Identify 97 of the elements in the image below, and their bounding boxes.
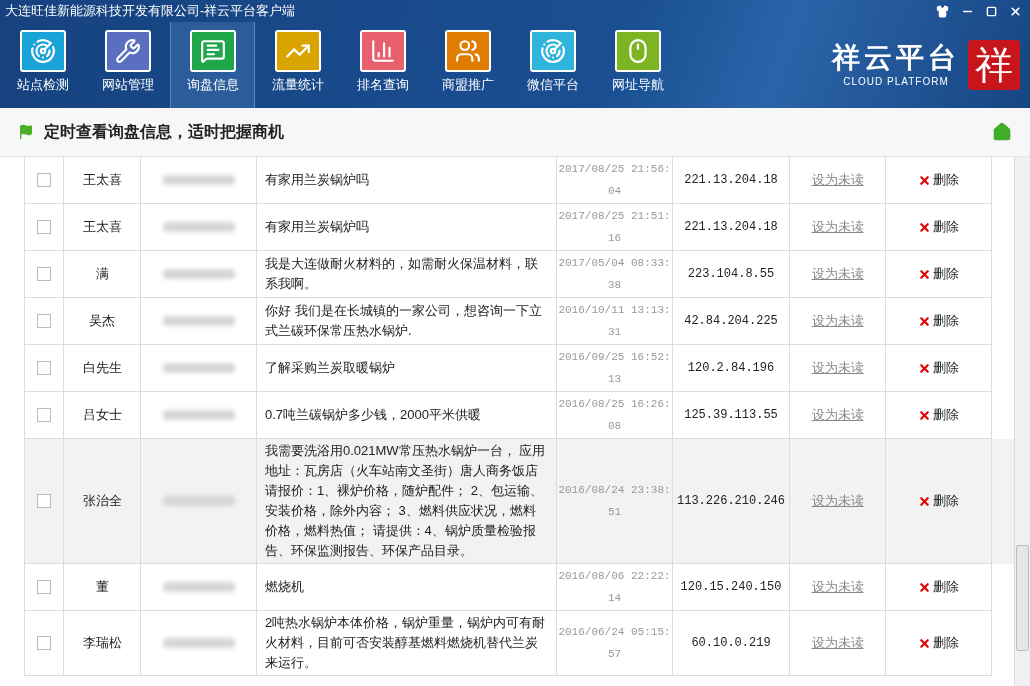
mark-unread-link[interactable]: 设为未读 (811, 405, 864, 425)
table-cell-text: 2016/06/24 05:15:57 (558, 625, 671, 662)
skin-icon[interactable] (936, 4, 949, 18)
table-cell-text: 2016/08/06 22:22:14 (558, 569, 671, 606)
mark-unread-link[interactable]: 设为未读 (811, 358, 864, 378)
mouse-icon (614, 30, 661, 72)
table-cell-text: 了解采购兰炭取暖锅炉 (265, 359, 395, 377)
table-cell-text: 60.10.0.219 (691, 635, 771, 652)
checkbox[interactable] (37, 580, 51, 594)
toolbar-button[interactable]: 流量统计 (255, 22, 340, 108)
checkbox[interactable] (37, 220, 51, 234)
scrollbar-thumb[interactable] (1016, 545, 1029, 651)
logo-subtitle: CLOUD PLATFORM (843, 74, 949, 89)
flag-icon (18, 124, 34, 140)
close-icon (918, 408, 931, 422)
close-icon[interactable] (1009, 4, 1022, 18)
home-icon[interactable] (992, 122, 1012, 142)
delete-button[interactable]: 删除 (918, 491, 959, 511)
table-cell-text: 你好 我们是在长城镇的一家公司，想咨询一下立式兰碳环保常压热水锅炉. (265, 302, 543, 340)
close-icon (918, 220, 931, 234)
window-title: 大连旺佳新能源科技开发有限公司-祥云平台客户端 (5, 2, 296, 21)
checkbox[interactable] (37, 173, 51, 187)
table-cell-text: 有家用兰炭锅炉吗 (265, 218, 369, 236)
toolbar-button[interactable]: 网址导航 (595, 22, 680, 108)
close-icon (918, 267, 931, 281)
checkbox[interactable] (37, 636, 51, 650)
close-icon (918, 361, 931, 375)
checkbox[interactable] (37, 267, 51, 281)
radar-icon (19, 30, 66, 72)
table-cell-text: 我需要洗浴用0.021MW常压热水锅炉一台， 应用地址：瓦房店（火车站南文圣街）唐人商务饭店请报价：1、裸炉价格，随炉配件； 2、包运输、安装价格，除外内容； 3、燃料供应状况，燃料价格，燃料热值； 请提供：4、锅炉质量检验报告、环保监测报告、环保产品目录。 (265, 442, 547, 560)
scrollbar[interactable] (1014, 157, 1030, 686)
close-icon (918, 314, 931, 328)
close-icon (918, 636, 931, 650)
close-icon (918, 173, 931, 187)
table-cell-text: 2016/08/24 23:38:51 (558, 483, 671, 520)
delete-button[interactable]: 删除 (918, 170, 959, 190)
checkbox[interactable] (37, 408, 51, 422)
delete-button[interactable]: 删除 (918, 311, 959, 331)
table-cell-text: 2016/09/25 16:52:13 (558, 350, 671, 387)
table-cell-text: 2017/05/04 08:33:38 (558, 256, 671, 293)
table-cell-text: 我是大连做耐火材料的，如需耐火保温材料，联系我啊。 (265, 255, 539, 293)
table-cell-text: 董 (95, 578, 109, 597)
toolbar-button[interactable]: 微信平台 (510, 22, 595, 108)
maximize-icon[interactable] (986, 5, 997, 17)
table-cell-text: 吴杰 (89, 312, 115, 331)
toolbar-button[interactable]: 商盟推广 (425, 22, 510, 108)
mark-unread-link[interactable]: 设为未读 (811, 217, 864, 237)
table-cell-text: 王太喜 (82, 171, 122, 190)
table-cell-text: 吕女士 (82, 406, 122, 425)
table-cell-text: 李瑞松 (82, 634, 122, 653)
mark-unread-link[interactable]: 设为未读 (811, 577, 864, 597)
table-cell-text: 2017/08/25 21:56:04 (558, 162, 671, 199)
table-cell-text: 白先生 (82, 359, 122, 378)
delete-button[interactable]: 删除 (918, 264, 959, 284)
close-icon (918, 580, 931, 594)
delete-button[interactable]: 删除 (918, 217, 959, 237)
users-icon (444, 30, 491, 72)
checkbox[interactable] (37, 494, 51, 508)
table-cell-text: 120.15.240.150 (680, 579, 782, 596)
table-cell-text: 2017/08/25 21:51:16 (558, 209, 671, 246)
checkbox[interactable] (37, 361, 51, 375)
bar-chart-icon (359, 30, 406, 72)
logo-badge: 祥 (968, 40, 1020, 90)
table-cell-text: 113.226.210.246 (677, 493, 785, 510)
table-cell-text: 燃烧机 (265, 578, 304, 596)
close-icon (918, 494, 931, 508)
table-cell-text: 满 (95, 265, 109, 284)
table-cell-text: 王太喜 (82, 218, 122, 237)
delete-button[interactable]: 删除 (918, 633, 959, 653)
delete-button[interactable]: 删除 (918, 577, 959, 597)
table-cell-text: 42.84.204.225 (684, 313, 778, 330)
toolbar-button[interactable]: 站点检测 (0, 22, 85, 108)
delete-button[interactable]: 删除 (918, 358, 959, 378)
table-cell-text: 223.104.8.55 (687, 266, 775, 283)
wrench-icon (104, 30, 151, 72)
table-cell-text: 221.13.204.18 (684, 172, 778, 189)
table-cell-text: 有家用兰炭锅炉吗 (265, 171, 369, 189)
table-cell-text: 2吨热水锅炉本体价格，锅炉重量，锅炉内可有耐火材料，目前可否安装醇基燃料燃烧机替代兰炭来运行。 (265, 614, 547, 672)
delete-button[interactable]: 删除 (918, 405, 959, 425)
banner-text: 定时查看询盘信息，适时把握商机 (44, 122, 284, 142)
toolbar-button[interactable]: 网站管理 (85, 22, 170, 108)
mark-unread-link[interactable]: 设为未读 (811, 633, 864, 653)
table-cell-text: 221.13.204.18 (684, 219, 778, 236)
table-cell-text: 张治全 (82, 492, 122, 511)
table-cell-text: 2016/10/11 13:13:31 (558, 303, 671, 340)
table-cell-text: 0.7吨兰碳锅炉多少钱，2000平米供暖 (265, 406, 481, 424)
toolbar-button[interactable]: 询盘信息 (170, 22, 255, 108)
checkbox[interactable] (37, 314, 51, 328)
table-cell-text: 125.39.113.55 (684, 407, 778, 424)
table-cell-text: 2016/08/25 16:26:08 (558, 397, 671, 434)
toolbar-button[interactable]: 排名查询 (340, 22, 425, 108)
table-cell-text: 120.2.84.196 (687, 360, 775, 377)
mark-unread-link[interactable]: 设为未读 (811, 311, 864, 331)
logo-title: 祥云平台 (832, 41, 960, 74)
chat-bubble-icon (189, 30, 236, 72)
mark-unread-link[interactable]: 设为未读 (811, 170, 864, 190)
mark-unread-link[interactable]: 设为未读 (811, 264, 864, 284)
